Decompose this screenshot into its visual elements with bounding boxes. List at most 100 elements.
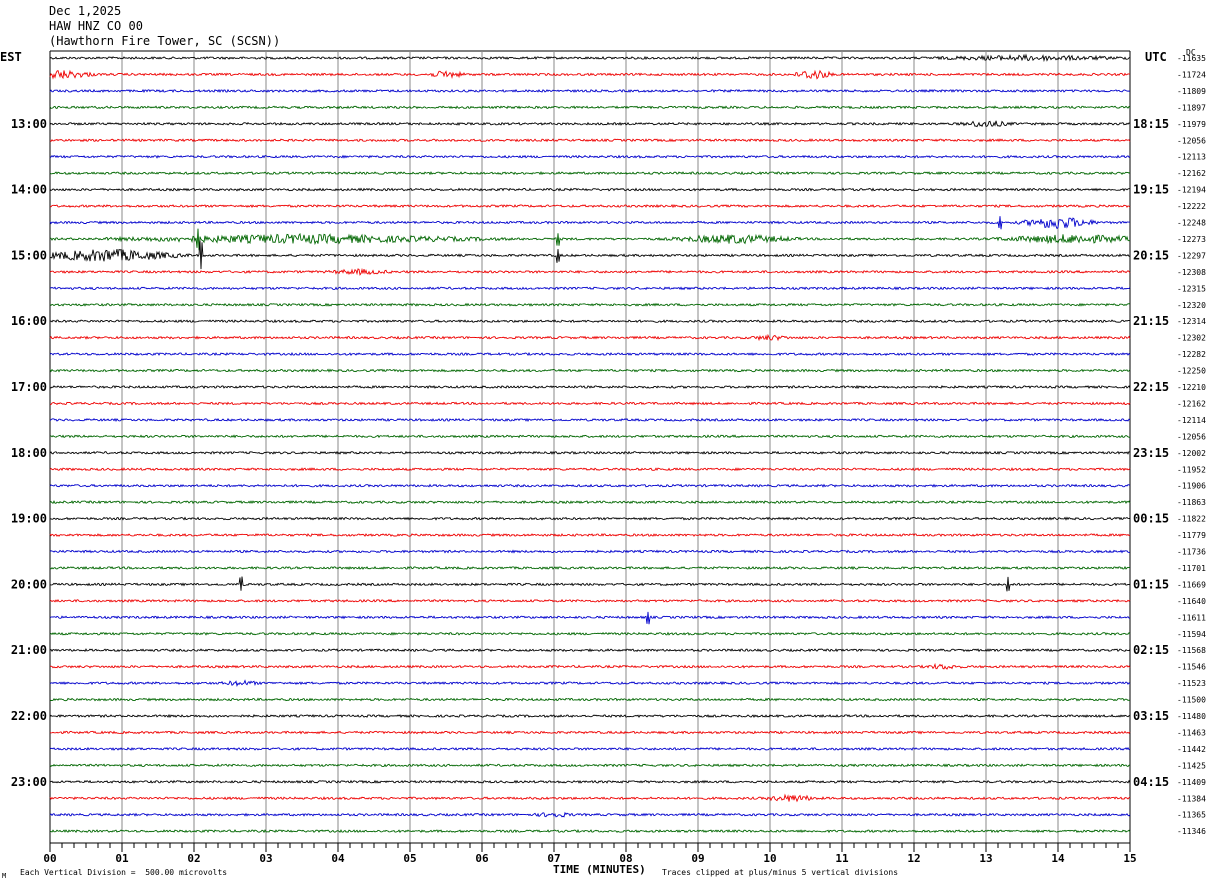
x-tick-label: 00 (43, 852, 56, 865)
trace-row-9 (49, 203, 1131, 209)
right-hour-label: 19:15 (1133, 183, 1169, 197)
dc-offset-label: -11779 (1177, 531, 1206, 540)
trace-row-21 (49, 401, 1131, 406)
seismic-traces (49, 53, 1131, 834)
trace-row-5 (49, 138, 1131, 143)
trace-row-22 (49, 417, 1131, 423)
x-axis-title: TIME (MINUTES) (553, 863, 646, 876)
dc-offset-label: -12222 (1177, 202, 1206, 211)
right-hour-label: 21:15 (1133, 314, 1169, 328)
x-tick-label: 03 (259, 852, 272, 865)
dc-offset-label: -11906 (1177, 482, 1206, 491)
dc-offset-label: -12114 (1177, 416, 1206, 425)
trace-row-31 (49, 565, 1131, 571)
dc-offset-label: -11480 (1177, 712, 1206, 721)
dc-offset-label: -12308 (1177, 268, 1206, 277)
left-hour-label: 16:00 (11, 314, 47, 328)
left-hour-label: 14:00 (11, 183, 47, 197)
dc-offset-label: -11346 (1177, 827, 1206, 836)
dc-offset-label: -11409 (1177, 778, 1206, 787)
dc-offset-label: -11523 (1177, 679, 1206, 688)
dc-offset-label: -11425 (1177, 761, 1206, 770)
dc-offset-label: -12162 (1177, 399, 1206, 408)
trace-row-30 (49, 549, 1131, 554)
trace-row-1 (49, 69, 1131, 80)
left-hour-label: 17:00 (11, 380, 47, 394)
corner-mark: M (2, 872, 7, 880)
trace-row-44 (49, 779, 1131, 784)
trace-row-41 (49, 730, 1131, 735)
dc-offset-label: -12113 (1177, 153, 1206, 162)
trace-row-36 (49, 648, 1131, 653)
trace-row-45 (49, 793, 1131, 803)
trace-row-42 (49, 746, 1131, 751)
dc-offset-label: -11640 (1177, 597, 1206, 606)
trace-row-7 (49, 171, 1131, 176)
left-hour-label: 18:00 (11, 446, 47, 460)
trace-row-6 (49, 154, 1131, 159)
station-label: HAW HNZ CO 00 (49, 19, 143, 33)
right-hour-label: 01:15 (1133, 577, 1169, 591)
dc-offset-label: -12162 (1177, 169, 1206, 178)
dc-offset-label: -11546 (1177, 663, 1206, 672)
trace-row-39 (49, 697, 1131, 702)
trace-row-2 (49, 88, 1131, 93)
right-hour-label: 03:15 (1133, 709, 1169, 723)
left-hour-label: 13:00 (11, 117, 47, 131)
trace-row-3 (49, 105, 1131, 110)
dc-offset-label: -11669 (1177, 580, 1206, 589)
x-tick-label: 12 (907, 852, 920, 865)
left-hour-label: 23:00 (11, 775, 47, 789)
dc-offset-label: -11500 (1177, 696, 1206, 705)
dc-offset-label: -12056 (1177, 136, 1206, 145)
trace-row-4 (49, 120, 1131, 128)
x-axis-ticks (49, 843, 1131, 852)
minute-gridlines (49, 51, 1131, 843)
left-hour-label: 21:00 (11, 643, 47, 657)
dc-offset-label: -12194 (1177, 186, 1206, 195)
trace-row-35 (49, 631, 1131, 636)
dc-offset-label: -12056 (1177, 432, 1206, 441)
trace-row-15 (49, 302, 1131, 307)
trace-row-17 (49, 333, 1131, 342)
dc-offset-label: -12315 (1177, 284, 1206, 293)
dc-offset-label: -11863 (1177, 498, 1206, 507)
left-hour-label: 19:00 (11, 512, 47, 526)
dc-offset-label: -11442 (1177, 745, 1206, 754)
x-tick-label: 06 (475, 852, 489, 865)
dc-offset-label: -11365 (1177, 811, 1206, 820)
right-hour-label: 23:15 (1133, 446, 1169, 460)
trace-row-23 (49, 434, 1131, 439)
trace-row-10 (49, 216, 1131, 230)
x-tick-label: 09 (691, 852, 704, 865)
x-tick-label: 05 (403, 852, 416, 865)
trace-row-29 (49, 533, 1131, 538)
dc-offset-label: -12302 (1177, 334, 1206, 343)
x-tick-label: 10 (763, 852, 776, 865)
trace-row-33 (49, 598, 1131, 603)
trace-row-12 (49, 240, 1131, 270)
trace-row-0 (49, 53, 1131, 63)
left-timezone-label: EST (0, 50, 22, 64)
right-hour-label: 00:15 (1133, 512, 1169, 526)
dc-offset-label: -11568 (1177, 646, 1206, 655)
dc-offset-label: -12320 (1177, 301, 1206, 310)
trace-row-28 (49, 516, 1131, 521)
trace-row-26 (49, 483, 1131, 488)
right-hour-label: 02:15 (1133, 643, 1169, 657)
trace-row-24 (49, 450, 1131, 455)
dc-offset-label: -12273 (1177, 235, 1206, 244)
trace-row-14 (49, 286, 1131, 291)
dc-offset-label: -11384 (1177, 794, 1206, 803)
right-timezone-label: UTC (1145, 50, 1167, 64)
trace-row-13 (49, 267, 1131, 276)
dc-offset-label: -12248 (1177, 219, 1206, 228)
trace-row-18 (49, 351, 1131, 357)
x-tick-label: 11 (835, 852, 849, 865)
trace-row-32 (49, 576, 1131, 592)
dc-offset-label: -11809 (1177, 87, 1206, 96)
left-hour-label: 22:00 (11, 709, 47, 723)
trace-row-34 (49, 611, 1131, 625)
dc-offset-label: -11724 (1177, 70, 1206, 79)
x-tick-label: 02 (187, 852, 200, 865)
